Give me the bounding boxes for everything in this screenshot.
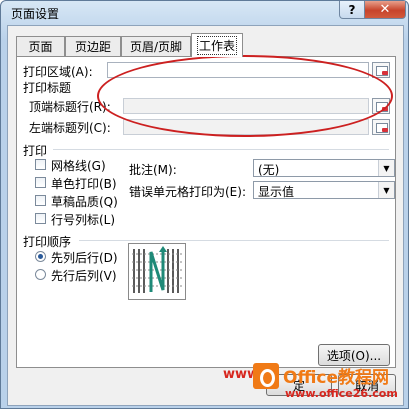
down-then-over-radio[interactable] <box>35 251 46 262</box>
watermark-brand: Office教程网 <box>283 368 390 388</box>
chevron-down-icon: ▼ <box>378 182 394 198</box>
tab-label: 页边距 <box>74 40 111 54</box>
page-setup-dialog: 页面设置 ? ✕ 页面 页边距 页眉/页脚 工作表 打印区域(A): 打印标题 … <box>0 0 409 409</box>
down-then-over-label: 先列后行(D) <box>51 251 118 265</box>
row-col-headings-label: 行号列标(L) <box>51 213 116 227</box>
office-logo-icon <box>253 363 279 389</box>
comments-value: (无) <box>258 163 280 177</box>
help-button[interactable]: ? <box>339 1 365 19</box>
tab-label: 页面 <box>28 40 53 54</box>
left-cols-collapse-icon[interactable] <box>372 119 390 135</box>
annotation-ellipse <box>97 55 393 137</box>
print-section-label: 打印 <box>23 144 48 158</box>
gridlines-checkbox[interactable] <box>35 159 46 170</box>
tab-label: 工作表 <box>196 36 237 55</box>
over-then-down-label: 先行后列(V) <box>51 269 117 283</box>
monochrome-checkbox[interactable] <box>35 177 46 188</box>
print-order-divider <box>79 240 389 241</box>
tab-label: 页眉/页脚 <box>129 40 183 54</box>
draft-quality-label: 草稿品质(Q) <box>51 195 118 209</box>
tab-page[interactable]: 页面 <box>16 36 65 56</box>
dialog-title: 页面设置 <box>11 7 60 21</box>
over-then-down-radio[interactable] <box>35 269 46 280</box>
comments-select[interactable]: (无) ▼ <box>253 159 395 177</box>
print-area-label: 打印区域(A): <box>23 65 93 79</box>
row-col-headings-checkbox[interactable] <box>35 213 46 224</box>
gridlines-label: 网格线(G) <box>51 159 106 173</box>
tab-sheet[interactable]: 工作表 <box>191 33 243 57</box>
print-section-divider <box>53 149 389 150</box>
errors-label: 错误单元格打印为(E): <box>129 185 246 199</box>
print-order-label: 打印顺序 <box>23 235 72 249</box>
comments-label: 批注(M): <box>129 163 177 177</box>
draft-quality-checkbox[interactable] <box>35 195 46 206</box>
print-titles-label: 打印标题 <box>23 81 72 95</box>
monochrome-label: 单色打印(B) <box>51 177 117 191</box>
print-order-preview-icon <box>128 243 186 300</box>
errors-select[interactable]: 显示值 ▼ <box>253 181 395 199</box>
tab-header-footer[interactable]: 页眉/页脚 <box>121 36 191 56</box>
left-cols-label: 左端标题列(C): <box>29 121 111 135</box>
errors-value: 显示值 <box>258 185 295 199</box>
chevron-down-icon: ▼ <box>378 160 394 176</box>
tab-margins[interactable]: 页边距 <box>65 36 121 56</box>
watermark-url: www.office26.com <box>285 387 398 400</box>
close-button[interactable]: ✕ <box>364 1 406 19</box>
